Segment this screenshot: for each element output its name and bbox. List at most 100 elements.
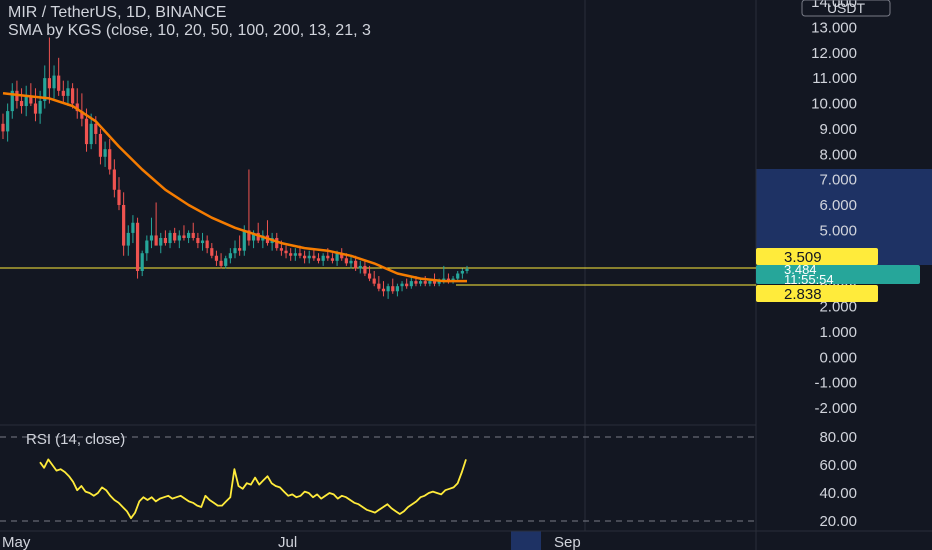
candle-body	[57, 75, 61, 91]
current-price-badge[interactable]	[756, 265, 920, 284]
candle-body	[154, 235, 158, 246]
candle-body	[363, 265, 367, 274]
candle-body	[242, 230, 246, 251]
price-tick-label: 13.000	[811, 19, 857, 36]
support-price-label: 2.838	[784, 286, 822, 303]
price-tick-label: 0.000	[819, 349, 857, 366]
candle-body	[279, 248, 283, 251]
candle-body	[24, 95, 28, 107]
candle-body	[149, 235, 154, 241]
candle-body	[372, 278, 376, 284]
candle-body	[38, 100, 42, 114]
candle-body	[228, 253, 232, 259]
candle-body	[391, 286, 395, 292]
candle-body	[177, 235, 181, 241]
rsi-tick-label: 60.00	[819, 457, 857, 474]
countdown-label: 11:55:54	[784, 272, 834, 287]
candle-body	[233, 248, 237, 254]
candle-body	[159, 237, 163, 246]
time-label-may[interactable]: May	[2, 534, 31, 550]
candle-body	[117, 189, 121, 205]
candle-body	[307, 255, 311, 259]
symbol-legend[interactable]: MIR / TetherUS, 1D, BINANCE	[8, 4, 226, 21]
candle-body	[377, 283, 381, 289]
time-label-jul[interactable]: Jul	[278, 534, 297, 550]
candle-body	[131, 222, 135, 233]
candle-body	[381, 288, 386, 292]
candle-body	[224, 258, 228, 266]
candle-body	[205, 240, 209, 249]
candle-body	[47, 78, 51, 89]
candle-body	[400, 283, 404, 287]
time-label-sep[interactable]: Sep	[554, 534, 581, 550]
candle-body	[108, 149, 112, 170]
rsi-tick-label: 80.00	[819, 429, 857, 446]
candle-body	[187, 232, 191, 238]
candle-body	[84, 118, 89, 145]
candle-body	[423, 281, 427, 284]
candle-body	[312, 255, 316, 259]
candle-body	[219, 260, 223, 266]
candle-body	[103, 149, 107, 157]
rsi-tick-label: 40.00	[819, 485, 857, 502]
candle-body	[145, 240, 149, 254]
candle-body	[367, 273, 372, 279]
candle-body	[349, 260, 353, 264]
candle-body	[354, 260, 358, 269]
candle-body	[66, 88, 70, 96]
candle-body	[405, 283, 409, 287]
time-axis-highlight	[511, 531, 541, 550]
candle-body	[395, 286, 399, 292]
candle-body	[191, 232, 195, 238]
candle-body	[335, 253, 339, 261]
indicator-legend[interactable]: SMA by KGS (close, 10, 20, 50, 100, 200,…	[8, 22, 371, 39]
candle-body	[6, 111, 10, 132]
candle-body	[465, 268, 469, 271]
candle-body	[196, 237, 200, 244]
candle-body	[98, 133, 103, 157]
price-tick-label: 12.000	[811, 45, 857, 62]
candle-body	[419, 281, 423, 284]
candle-body	[200, 240, 205, 244]
price-tick-label: 8.000	[819, 146, 857, 163]
candle-body	[210, 248, 214, 256]
candle-body	[428, 281, 432, 284]
candle-body	[303, 255, 307, 259]
candle-body	[432, 281, 437, 284]
rsi-legend[interactable]: RSI (14, close)	[26, 431, 125, 448]
candle-body	[214, 255, 219, 261]
price-tick-label: 11.000	[812, 70, 857, 87]
candle-body	[284, 250, 288, 254]
price-tick-label: 7.000	[819, 172, 857, 189]
candle-body	[358, 265, 362, 269]
candle-body	[293, 253, 297, 256]
candle-body	[61, 90, 65, 96]
candle-body	[94, 123, 98, 134]
candle-body	[289, 253, 293, 256]
price-tick-label: -1.000	[814, 375, 857, 392]
candle-body	[182, 235, 186, 238]
candle-body	[456, 273, 460, 279]
candle-body	[135, 222, 140, 271]
candle-body	[316, 258, 321, 261]
candle-body	[326, 255, 330, 259]
price-tick-label: 10.000	[811, 96, 857, 113]
candle-body	[19, 100, 24, 107]
candle-body	[298, 253, 302, 256]
candle-body	[122, 205, 126, 246]
price-tick-label: 1.000	[819, 324, 857, 341]
candle-body	[321, 255, 325, 261]
candle-body	[126, 232, 130, 246]
candle-body	[460, 270, 464, 274]
candle-body	[409, 281, 413, 287]
rsi-tick-label: 20.00	[819, 513, 857, 530]
candle-body	[238, 248, 242, 251]
candle-body	[33, 103, 38, 114]
candle-body	[414, 281, 418, 284]
price-tick-label: 9.000	[819, 121, 857, 138]
candle-body	[330, 258, 335, 261]
candle-body	[168, 232, 172, 244]
price-tick-label: 6.000	[819, 197, 857, 214]
candle-body	[52, 75, 56, 89]
trading-chart[interactable]: MIR / TetherUS, 1D, BINANCE SMA by KGS (…	[0, 0, 932, 550]
